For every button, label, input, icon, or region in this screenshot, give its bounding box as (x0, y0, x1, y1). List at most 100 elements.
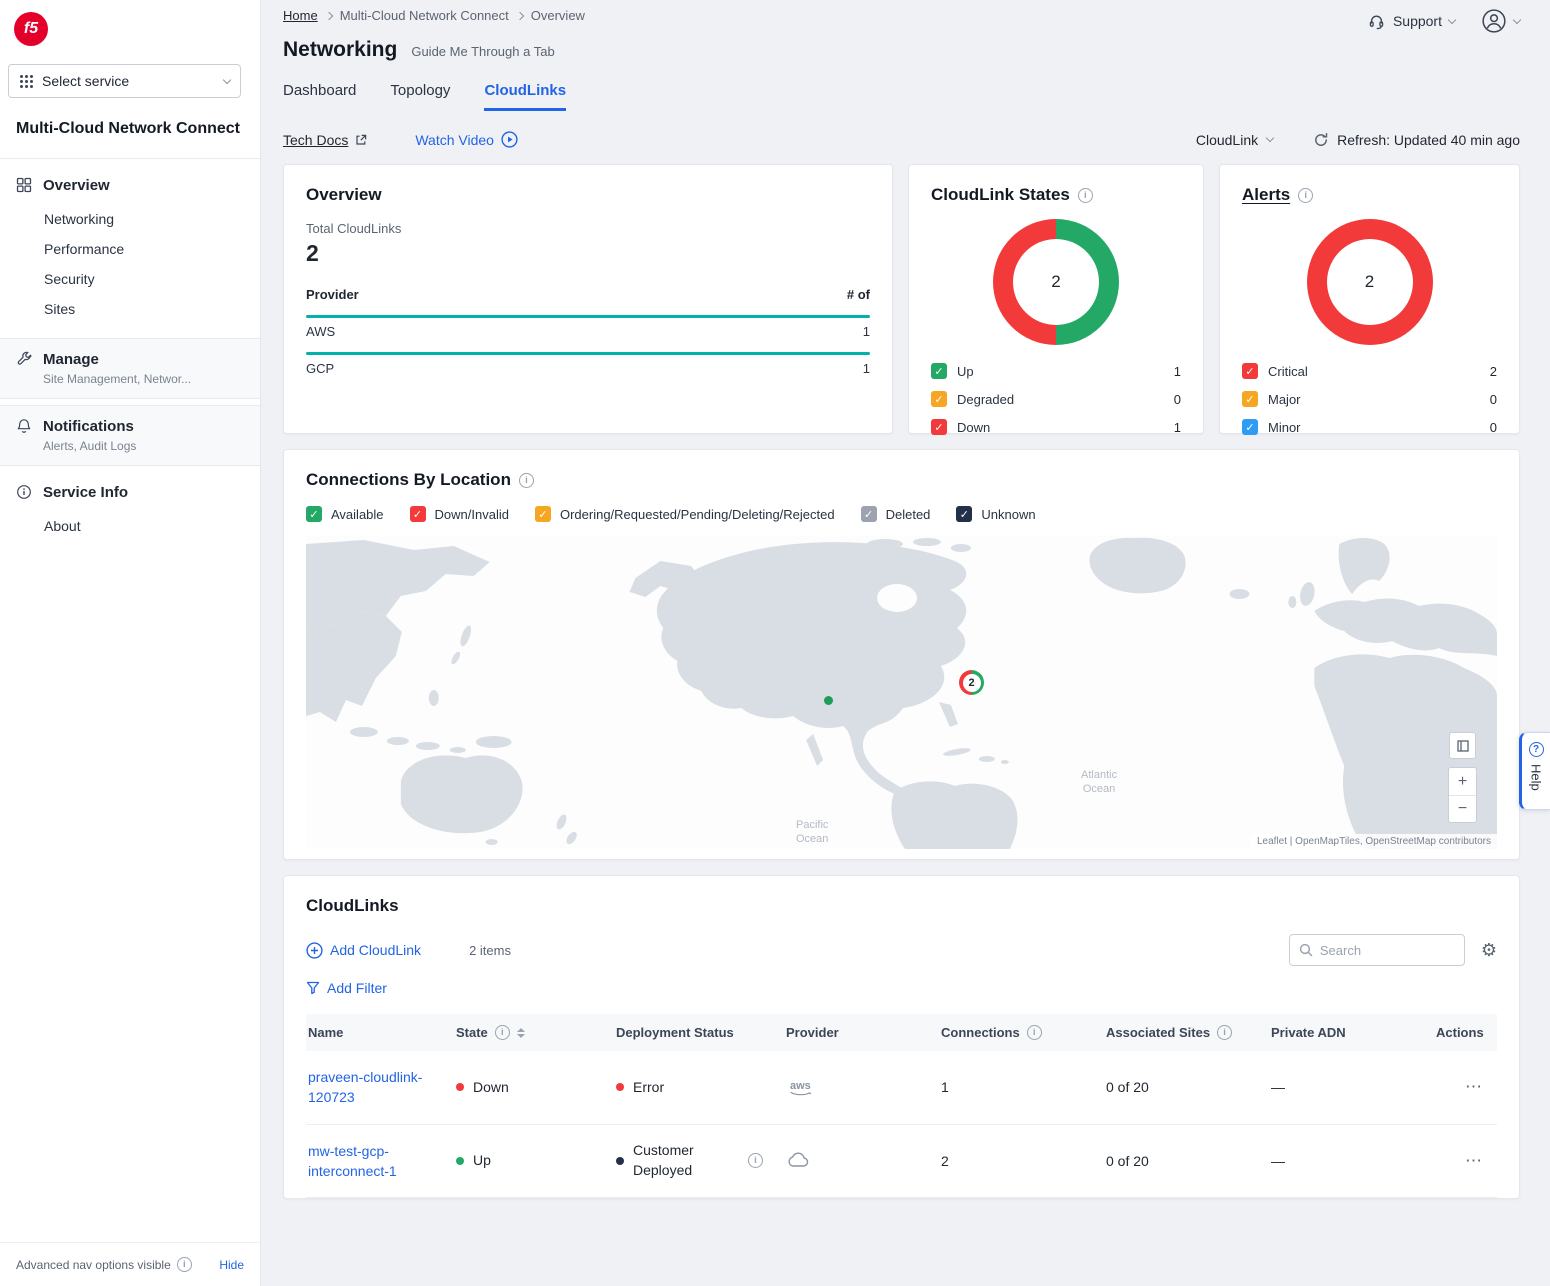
info-icon[interactable]: i (1217, 1025, 1232, 1040)
down-checkbox[interactable]: ✓ (931, 419, 947, 435)
info-icon[interactable]: i (1027, 1025, 1042, 1040)
select-service-dropdown[interactable]: Select service (8, 64, 241, 98)
provider-cell: aws (786, 1053, 941, 1121)
connections-cell: 2 (941, 1127, 1106, 1195)
sidebar-item-performance[interactable]: Performance (16, 234, 244, 264)
col-state[interactable]: State i (456, 1014, 616, 1051)
sidebar-item-sites[interactable]: Sites (16, 294, 244, 324)
info-icon[interactable]: i (748, 1153, 763, 1168)
deleted-checkbox[interactable]: ✓ (861, 506, 877, 522)
degraded-value: 0 (1174, 392, 1181, 407)
select-service-label: Select service (42, 73, 216, 89)
col-name[interactable]: Name (306, 1014, 456, 1051)
refresh-button[interactable]: Refresh: Updated 40 min ago (1313, 132, 1520, 148)
map-attribution[interactable]: Leaflet | OpenMapTiles, OpenStreetMap co… (1251, 834, 1497, 849)
legend-deleted: ✓ Deleted (861, 506, 931, 522)
f5-logo[interactable]: f5 (14, 12, 48, 46)
chevron-down-icon (1513, 15, 1521, 23)
unknown-checkbox[interactable]: ✓ (956, 506, 972, 522)
gcp-count-bar (306, 352, 870, 355)
sidebar-item-service-info[interactable]: Service Info (16, 480, 244, 505)
watch-video-link[interactable]: Watch Video (415, 131, 518, 148)
col-deployment-status[interactable]: Deployment Status (616, 1014, 786, 1051)
sidebar-item-manage[interactable]: Manage Site Management, Networ... (0, 338, 260, 399)
row-actions-button[interactable]: ⋯ (1465, 1151, 1483, 1171)
total-cloudlinks-label: Total CloudLinks (306, 221, 870, 236)
sidebar-item-overview[interactable]: Overview (16, 173, 244, 198)
state-down-dot (456, 1083, 464, 1091)
sidebar-item-networking[interactable]: Networking (16, 204, 244, 234)
aws-icon: aws (786, 1077, 818, 1097)
sidebar-item-about[interactable]: About (16, 511, 244, 541)
connections-cell: 1 (941, 1053, 1106, 1121)
tab-dashboard[interactable]: Dashboard (283, 82, 356, 111)
cloudlink-name-link[interactable]: praveen-cloudlink-120723 (308, 1067, 436, 1108)
states-donut-total: 2 (993, 219, 1119, 345)
minor-checkbox[interactable]: ✓ (1242, 419, 1258, 435)
col-provider[interactable]: Provider (786, 1014, 941, 1051)
state-up-dot (456, 1157, 464, 1165)
cloudlink-scope-dropdown[interactable]: CloudLink (1196, 132, 1273, 148)
add-cloudlink-label: Add CloudLink (330, 942, 421, 958)
search-icon (1299, 943, 1313, 957)
breadcrumb-overview: Overview (531, 8, 585, 23)
info-icon[interactable]: i (519, 473, 534, 488)
info-icon[interactable]: i (1298, 188, 1313, 203)
cloudlink-name-link[interactable]: mw-test-gcp-interconnect-1 (308, 1141, 436, 1182)
help-tab[interactable]: ? Help (1519, 732, 1550, 810)
grid-dots-icon (19, 74, 34, 89)
map-cluster-marker[interactable]: 2 (959, 670, 984, 695)
world-map[interactable]: Pacific Ocean Atlantic Ocean 2 + (306, 536, 1497, 849)
sidebar-item-security[interactable]: Security (16, 264, 244, 294)
gear-icon[interactable]: ⚙ (1481, 940, 1497, 961)
col-private-adn[interactable]: Private ADN (1271, 1014, 1436, 1051)
sort-icon[interactable] (517, 1028, 525, 1038)
breadcrumb-home[interactable]: Home (283, 8, 318, 23)
headset-icon (1367, 12, 1386, 31)
private-adn-cell: — (1271, 1053, 1436, 1121)
up-value: 1 (1174, 364, 1181, 379)
critical-checkbox[interactable]: ✓ (1242, 363, 1258, 379)
degraded-checkbox[interactable]: ✓ (931, 391, 947, 407)
support-button[interactable]: Support (1367, 12, 1455, 31)
alerts-card-title[interactable]: Alerts (1242, 185, 1290, 205)
search-input[interactable] (1320, 943, 1455, 958)
alerts-donut-total: 2 (1307, 219, 1433, 345)
legend-row-up: ✓ Up 1 (931, 357, 1181, 385)
zoom-out-button[interactable]: − (1449, 795, 1476, 822)
row-actions-button[interactable]: ⋯ (1465, 1077, 1483, 1097)
col-associated-sites[interactable]: Associated Sites i (1106, 1014, 1271, 1051)
map-fit-bounds-button[interactable] (1449, 732, 1476, 759)
major-checkbox[interactable]: ✓ (1242, 391, 1258, 407)
tech-docs-link[interactable]: Tech Docs (283, 132, 367, 148)
up-checkbox[interactable]: ✓ (931, 363, 947, 379)
hide-nav-button[interactable]: Hide (219, 1258, 244, 1272)
account-menu[interactable] (1481, 8, 1520, 34)
down-invalid-checkbox[interactable]: ✓ (410, 506, 426, 522)
atlantic-ocean-label: Atlantic Ocean (1081, 768, 1117, 797)
tab-topology[interactable]: Topology (390, 82, 450, 111)
add-cloudlink-button[interactable]: Add CloudLink (306, 942, 421, 959)
summary-cards: Overview Total CloudLinks 2 Provider # o… (283, 164, 1520, 434)
page-title: Networking (283, 38, 397, 62)
sidebar-item-notifications[interactable]: Notifications Alerts, Audit Logs (0, 405, 260, 466)
add-filter-button[interactable]: Add Filter (306, 980, 387, 996)
zoom-in-button[interactable]: + (1449, 768, 1476, 795)
deployment-status-cell: Error (616, 1053, 786, 1121)
info-icon[interactable]: i (1078, 188, 1093, 203)
breadcrumb-mcn-connect[interactable]: Multi-Cloud Network Connect (340, 8, 509, 23)
info-icon[interactable]: i (495, 1025, 510, 1040)
provider-aws-label: AWS (306, 324, 335, 339)
col-connections[interactable]: Connections i (941, 1014, 1106, 1051)
deployment-status-cell: Customer Deployed i (616, 1125, 786, 1196)
legend-row-minor: ✓ Minor 0 (1242, 413, 1497, 441)
ordering-checkbox[interactable]: ✓ (535, 506, 551, 522)
sidebar-footer: Advanced nav options visible i Hide (0, 1242, 260, 1286)
legend-row-degraded: ✓ Degraded 0 (931, 385, 1181, 413)
tab-cloudlinks[interactable]: CloudLinks (484, 82, 566, 111)
guide-me-link[interactable]: Guide Me Through a Tab (411, 44, 554, 59)
support-label: Support (1393, 13, 1442, 29)
map-marker-available[interactable] (824, 696, 833, 705)
associated-sites-cell: 0 of 20 (1106, 1053, 1271, 1121)
available-checkbox[interactable]: ✓ (306, 506, 322, 522)
